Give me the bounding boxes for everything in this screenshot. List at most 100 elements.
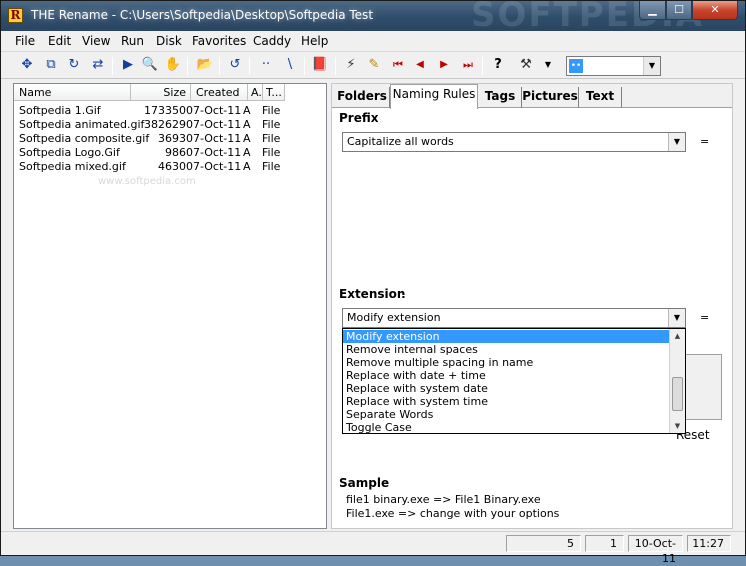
menu-run[interactable]: Run <box>121 34 144 48</box>
toolbar-separator <box>335 57 336 75</box>
slash-icon[interactable]: \ <box>281 56 299 74</box>
extension-dropdown-list[interactable]: Modify extension Remove internal spaces Re… <box>342 328 686 434</box>
tab-text[interactable]: Text <box>579 87 622 108</box>
app-logo-icon: R <box>8 8 23 23</box>
cell-type: File <box>262 160 281 173</box>
dropdown-option[interactable]: Toggle Case <box>343 421 669 433</box>
toolbar-separator <box>304 57 305 75</box>
tab-tags[interactable]: Tags <box>479 87 522 108</box>
menu-bar: File Edit View Run Disk Favorites Caddy … <box>1 31 745 51</box>
extension-label: Extension <box>339 287 406 301</box>
dropdown-option[interactable]: Replace with system time <box>343 395 669 408</box>
file-list[interactable]: Name Size Created A.. T... Softpedia 1.G… <box>13 83 327 529</box>
last-icon[interactable]: ⏭ <box>459 56 477 74</box>
extension-combo[interactable]: Modify extension ▼ <box>342 308 686 328</box>
table-row[interactable]: Softpedia composite.gif 3693 07-Oct-11 A Fil… <box>14 132 326 146</box>
dropdown-option[interactable]: Modify extension <box>343 330 669 343</box>
toolbar-separator <box>112 57 113 75</box>
column-attributes[interactable]: A.. <box>248 84 263 101</box>
file-list-watermark: www.softpedia.com <box>98 176 196 187</box>
cell-size: 4630 <box>158 160 186 173</box>
book-icon[interactable]: 📕 <box>311 56 329 74</box>
refresh-icon[interactable]: ↻ <box>65 56 83 74</box>
eraser-icon[interactable]: ✎ <box>365 56 383 74</box>
cell-type: File <box>262 104 281 117</box>
dropdown-scrollbar[interactable]: ▲ ▼ <box>669 329 685 433</box>
menu-favorites[interactable]: Favorites <box>192 34 246 48</box>
chevron-down-icon[interactable]: ▼ <box>668 133 685 151</box>
help-icon[interactable]: ? <box>489 56 507 74</box>
cell-created: 07-Oct-11 <box>186 146 242 159</box>
toggle-icon[interactable]: ⇄ <box>89 56 107 74</box>
table-row[interactable]: Softpedia animated.gif 382629 07-Oct-11 A Fi… <box>14 118 326 132</box>
run-icon[interactable]: ▶ <box>119 56 137 74</box>
menu-help[interactable]: Help <box>301 34 328 48</box>
cell-size: 173350 <box>144 104 186 117</box>
column-name[interactable]: Name <box>14 84 131 101</box>
hand-icon[interactable]: ✋ <box>164 56 182 74</box>
column-size[interactable]: Size <box>131 84 191 101</box>
prev-icon[interactable]: ◀ <box>411 56 429 74</box>
color-combo[interactable]: •• ▼ <box>566 56 661 76</box>
table-row[interactable]: Softpedia 1.Gif 173350 07-Oct-11 A File <box>14 104 326 118</box>
close-button[interactable]: ✕ <box>692 1 738 20</box>
column-created[interactable]: Created <box>191 84 248 101</box>
naming-rules-panel: Folders Naming Rules Tags Pictures Text … <box>331 83 733 529</box>
preview-icon[interactable]: 🔍 <box>141 56 159 74</box>
dropdown-option[interactable]: Remove internal spaces <box>343 343 669 356</box>
cell-created: 07-Oct-11 <box>186 118 242 131</box>
prefix-combo[interactable]: Capitalize all words ▼ <box>342 132 686 152</box>
sample-line-1: file1 binary.exe => File1 Binary.exe <box>346 493 541 506</box>
divider <box>380 119 725 120</box>
dots-icon[interactable]: ·· <box>257 56 275 74</box>
cell-type: File <box>262 146 281 159</box>
menu-view[interactable]: View <box>82 34 110 48</box>
move-icon[interactable]: ✥ <box>18 56 36 74</box>
next-icon[interactable]: ▶ <box>435 56 453 74</box>
chevron-down-icon[interactable]: ▼ <box>643 57 660 75</box>
cell-name: Softpedia Logo.Gif <box>19 146 120 159</box>
first-icon[interactable]: ⏮ <box>389 56 407 74</box>
scroll-thumb[interactable] <box>672 377 683 411</box>
minimize-button[interactable]: ▁ <box>639 1 666 20</box>
dropdown-option[interactable]: Replace with system date <box>343 382 669 395</box>
scroll-down-icon[interactable]: ▼ <box>670 419 685 433</box>
dropdown-option[interactable]: Replace with date + time <box>343 369 669 382</box>
cell-size: 986 <box>165 146 186 159</box>
toolbar-separator <box>482 57 483 75</box>
wand-icon[interactable]: ⚡ <box>342 56 360 74</box>
menu-disk[interactable]: Disk <box>156 34 182 48</box>
cell-name: Softpedia mixed.gif <box>19 160 126 173</box>
table-row[interactable]: Softpedia mixed.gif 4630 07-Oct-11 A File <box>14 160 326 174</box>
cell-attr: A <box>243 132 251 145</box>
dropdown-option[interactable]: Separate Words <box>343 408 669 421</box>
dropdown-option[interactable]: Remove multiple spacing in name <box>343 356 669 369</box>
tab-folders[interactable]: Folders <box>335 87 390 108</box>
cell-attr: A <box>243 118 251 131</box>
copy-icon[interactable]: ⧉ <box>42 56 60 74</box>
menu-edit[interactable]: Edit <box>48 34 71 48</box>
extension-equals: = <box>700 311 710 324</box>
cell-attr: A <box>243 160 251 173</box>
column-type[interactable]: T... <box>263 84 285 101</box>
menu-file[interactable]: File <box>15 34 35 48</box>
cell-name: Softpedia animated.gif <box>19 118 145 131</box>
open-folder-icon[interactable]: 📂 <box>196 56 214 74</box>
tab-pictures[interactable]: Pictures <box>522 87 579 108</box>
undo-icon[interactable]: ↺ <box>226 56 244 74</box>
title-bar[interactable]: R THE Rename - C:\Users\Softpedia\Deskto… <box>1 0 745 35</box>
toolbar: ✥ ⧉ ↻ ⇄ ▶ 🔍 ✋ 📂 ↺ ·· \ 📕 ⚡ ✎ ⏮ ◀ ▶ ⏭ ? ⚒… <box>1 51 745 79</box>
scroll-up-icon[interactable]: ▲ <box>670 329 685 343</box>
menu-caddy[interactable]: Caddy <box>253 34 291 48</box>
tools-dropdown-icon[interactable]: ▼ <box>539 56 557 74</box>
cell-name: Softpedia 1.Gif <box>19 104 101 117</box>
extension-value: Modify extension <box>347 311 441 324</box>
tab-naming-rules[interactable]: Naming Rules <box>390 84 478 109</box>
cell-size: 3693 <box>158 132 186 145</box>
chevron-down-icon[interactable]: ▼ <box>668 309 685 327</box>
maximize-button[interactable]: ☐ <box>666 1 692 20</box>
prefix-equals: = <box>700 135 710 148</box>
status-selected-count: 1 <box>585 535 624 552</box>
table-row[interactable]: Softpedia Logo.Gif 986 07-Oct-11 A File <box>14 146 326 160</box>
tools-icon[interactable]: ⚒ <box>517 56 535 74</box>
